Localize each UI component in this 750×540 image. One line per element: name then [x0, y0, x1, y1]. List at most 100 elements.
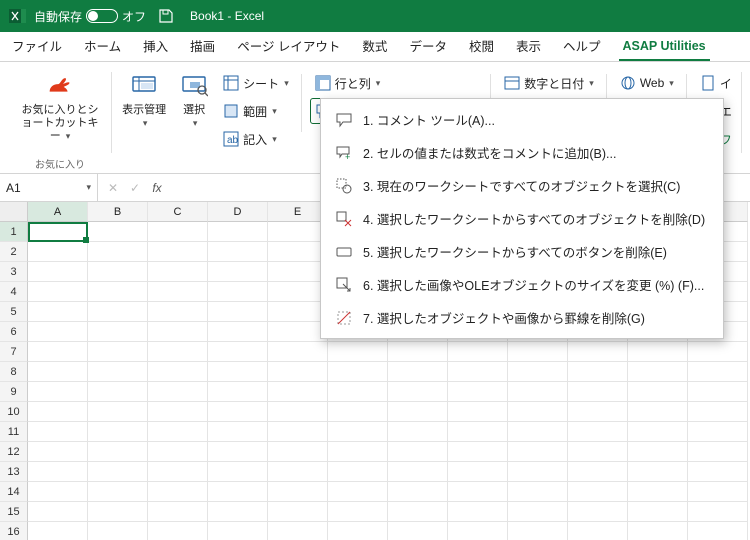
cell[interactable] — [328, 482, 388, 502]
cell[interactable] — [448, 442, 508, 462]
row-head-16[interactable]: 16 — [0, 522, 28, 540]
cell[interactable] — [208, 442, 268, 462]
tab-page-layout[interactable]: ページ レイアウト — [233, 30, 344, 61]
cell[interactable] — [28, 522, 88, 540]
web-button[interactable]: Web▾ — [615, 70, 678, 96]
tab-formulas[interactable]: 数式 — [358, 30, 391, 61]
cell[interactable] — [28, 342, 88, 362]
cell[interactable] — [268, 262, 328, 282]
cell[interactable] — [208, 482, 268, 502]
cell[interactable] — [628, 342, 688, 362]
menu-resize-images[interactable]: 6. 選択した画像やOLEオブジェクトのサイズを変更 (%) (F)... — [321, 268, 723, 301]
cell[interactable] — [88, 242, 148, 262]
cell[interactable] — [28, 282, 88, 302]
cell[interactable] — [148, 402, 208, 422]
cell[interactable] — [268, 502, 328, 522]
cell[interactable] — [28, 482, 88, 502]
ext1-button[interactable]: イ — [695, 70, 736, 96]
cell[interactable] — [148, 482, 208, 502]
cell[interactable] — [328, 342, 388, 362]
menu-delete-all-buttons[interactable]: 5. 選択したワークシートからすべてのボタンを削除(E) — [321, 235, 723, 268]
cell[interactable] — [208, 262, 268, 282]
cell[interactable] — [268, 442, 328, 462]
cell[interactable] — [448, 422, 508, 442]
cell[interactable] — [388, 422, 448, 442]
col-head-C[interactable]: C — [148, 202, 208, 222]
row-head-9[interactable]: 9 — [0, 382, 28, 402]
cell[interactable] — [28, 222, 88, 242]
cell[interactable] — [28, 362, 88, 382]
cell[interactable] — [208, 422, 268, 442]
cell[interactable] — [628, 402, 688, 422]
menu-remove-borders[interactable]: 7. 選択したオブジェクトや画像から罫線を削除(G) — [321, 301, 723, 334]
cell[interactable] — [28, 422, 88, 442]
cell[interactable] — [688, 462, 748, 482]
row-head-3[interactable]: 3 — [0, 262, 28, 282]
sheet-button[interactable]: シート▾ — [218, 70, 293, 96]
cell[interactable] — [688, 402, 748, 422]
cell[interactable] — [388, 482, 448, 502]
cell[interactable] — [508, 422, 568, 442]
cell[interactable] — [268, 282, 328, 302]
cell[interactable] — [28, 442, 88, 462]
cell[interactable] — [388, 442, 448, 462]
tab-asap-utilities[interactable]: ASAP Utilities — [619, 33, 710, 61]
cell[interactable] — [268, 382, 328, 402]
cell[interactable] — [88, 322, 148, 342]
cell[interactable] — [688, 502, 748, 522]
cell[interactable] — [148, 442, 208, 462]
cell[interactable] — [88, 502, 148, 522]
cell[interactable] — [568, 422, 628, 442]
name-box[interactable]: A1 ▾ — [0, 174, 98, 201]
cell[interactable] — [148, 322, 208, 342]
numdate-button[interactable]: 数字と日付▾ — [499, 70, 598, 96]
cell[interactable] — [568, 522, 628, 540]
cell[interactable] — [388, 342, 448, 362]
cell[interactable] — [88, 482, 148, 502]
cell[interactable] — [508, 402, 568, 422]
cell[interactable] — [508, 522, 568, 540]
menu-add-value-comment[interactable]: +2. セルの値または数式をコメントに追加(B)... — [321, 136, 723, 169]
cell[interactable] — [268, 482, 328, 502]
cell[interactable] — [148, 422, 208, 442]
cell[interactable] — [28, 262, 88, 282]
cell[interactable] — [88, 362, 148, 382]
tab-data[interactable]: データ — [405, 30, 451, 61]
cell[interactable] — [88, 302, 148, 322]
cell[interactable] — [28, 502, 88, 522]
cell[interactable] — [148, 362, 208, 382]
cell[interactable] — [688, 522, 748, 540]
display-mgmt-button[interactable]: 表示管理▾ — [118, 68, 170, 152]
cell[interactable] — [88, 282, 148, 302]
cell[interactable] — [268, 322, 328, 342]
cell[interactable] — [688, 362, 748, 382]
cell[interactable] — [148, 342, 208, 362]
cell[interactable] — [148, 382, 208, 402]
cell[interactable] — [88, 342, 148, 362]
row-head-6[interactable]: 6 — [0, 322, 28, 342]
row-head-11[interactable]: 11 — [0, 422, 28, 442]
tab-view[interactable]: 表示 — [512, 30, 545, 61]
cell[interactable] — [148, 502, 208, 522]
cell[interactable] — [148, 462, 208, 482]
cell[interactable] — [88, 462, 148, 482]
cell[interactable] — [328, 502, 388, 522]
cell[interactable] — [688, 382, 748, 402]
cell[interactable] — [568, 342, 628, 362]
cell[interactable] — [328, 402, 388, 422]
cell[interactable] — [568, 482, 628, 502]
note-button[interactable]: ab記入▾ — [218, 126, 293, 152]
row-head-14[interactable]: 14 — [0, 482, 28, 502]
row-head-15[interactable]: 15 — [0, 502, 28, 522]
tab-insert[interactable]: 挿入 — [139, 30, 172, 61]
cell[interactable] — [508, 342, 568, 362]
row-head-12[interactable]: 12 — [0, 442, 28, 462]
tab-help[interactable]: ヘルプ — [559, 30, 605, 61]
range-button[interactable]: 範囲▾ — [218, 98, 293, 124]
cell[interactable] — [328, 442, 388, 462]
cell[interactable] — [568, 362, 628, 382]
cell[interactable] — [628, 502, 688, 522]
cell[interactable] — [28, 462, 88, 482]
tab-file[interactable]: ファイル — [8, 30, 66, 61]
cell[interactable] — [88, 522, 148, 540]
